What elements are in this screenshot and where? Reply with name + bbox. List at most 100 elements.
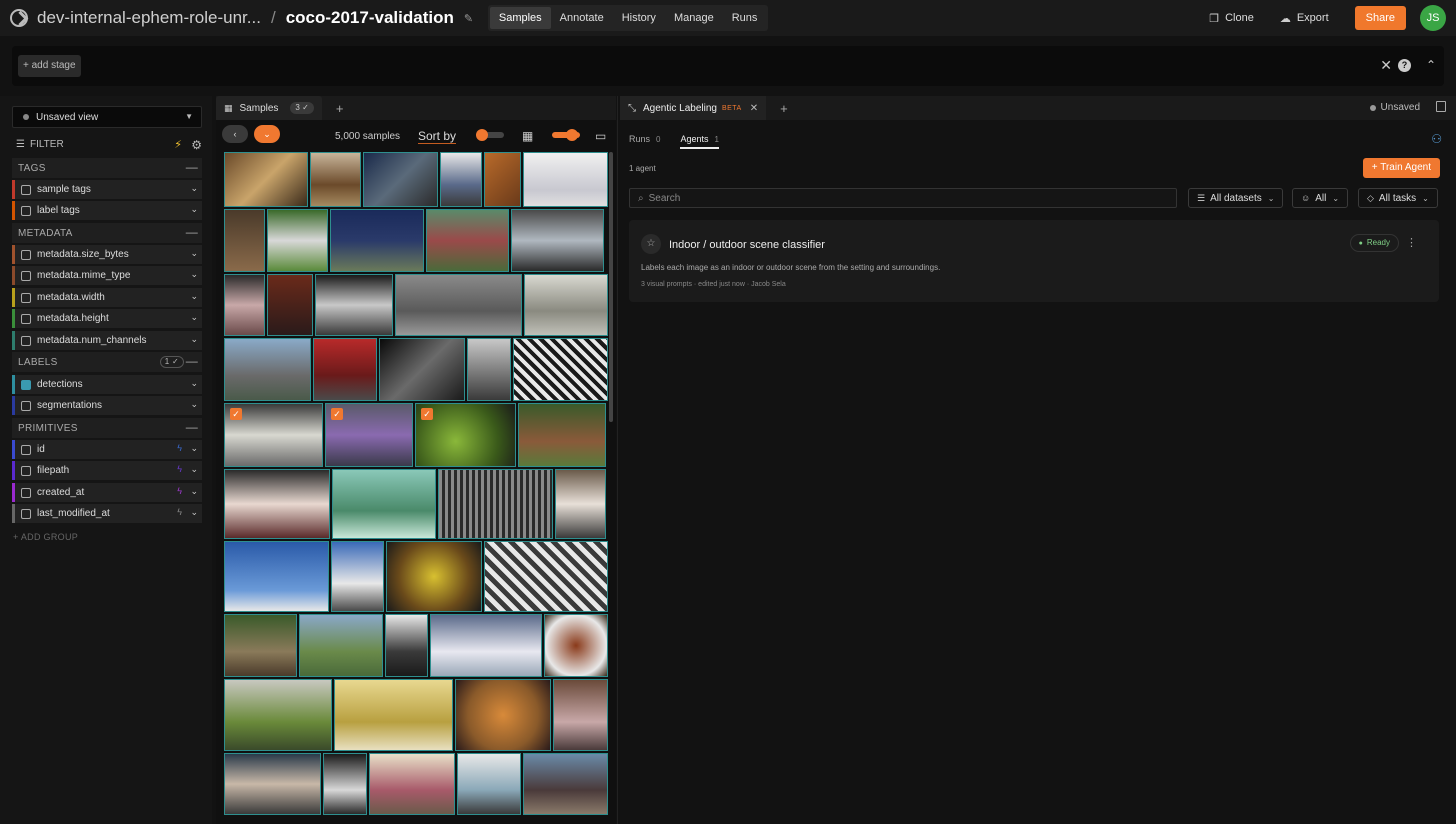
chevron-down-icon[interactable]: ⌄ bbox=[190, 312, 198, 323]
sort-by-button[interactable]: Sort by bbox=[418, 129, 457, 144]
field-row-detections[interactable]: detections ⌄ bbox=[12, 375, 202, 394]
selected-checkmark-icon[interactable]: ✓ bbox=[421, 408, 433, 420]
chevron-down-icon[interactable]: ⌄ bbox=[190, 183, 198, 194]
field-row-filepath[interactable]: filepath ϟ ⌄ bbox=[12, 461, 202, 480]
field-checkbox[interactable] bbox=[21, 270, 31, 281]
grid-density-icon[interactable]: ▦ bbox=[522, 129, 533, 143]
clone-button[interactable]: ❐ Clone bbox=[1209, 12, 1254, 25]
collapse-icon[interactable]: — bbox=[186, 160, 198, 174]
field-row-sample-tags[interactable]: sample tags ⌄ bbox=[12, 180, 202, 199]
chevron-down-icon[interactable]: ⌄ bbox=[190, 291, 198, 302]
field-checkbox[interactable] bbox=[21, 184, 31, 195]
tasks-filter-dropdown[interactable]: ◇ All tasks ⌄ bbox=[1358, 188, 1438, 208]
sample-thumbnail[interactable] bbox=[224, 152, 308, 207]
sample-thumbnail[interactable] bbox=[369, 753, 455, 815]
field-row-segmentations[interactable]: segmentations ⌄ bbox=[12, 396, 202, 415]
sample-thumbnail[interactable] bbox=[224, 469, 330, 539]
sample-thumbnail[interactable] bbox=[518, 403, 606, 467]
sample-thumbnail[interactable] bbox=[439, 152, 482, 207]
sample-thumbnail[interactable] bbox=[553, 679, 608, 751]
chevron-down-icon[interactable]: ⌄ bbox=[190, 204, 198, 215]
gear-icon[interactable]: ⚙ bbox=[191, 138, 202, 152]
split-panel-icon[interactable] bbox=[1436, 101, 1446, 112]
group-header-labels[interactable]: LABELS 1 ✓ — bbox=[12, 352, 202, 372]
share-button[interactable]: Share bbox=[1354, 6, 1406, 30]
field-checkbox[interactable] bbox=[21, 508, 31, 519]
field-checkbox[interactable] bbox=[21, 465, 31, 476]
sample-thumbnail[interactable]: ✓ bbox=[325, 403, 413, 467]
panel-divider[interactable] bbox=[617, 96, 618, 824]
sort-toggle[interactable] bbox=[476, 129, 504, 141]
sample-thumbnail[interactable]: ✓ bbox=[224, 403, 323, 467]
thumbnail-size-slider[interactable] bbox=[552, 129, 580, 141]
sample-thumbnail[interactable] bbox=[298, 614, 384, 677]
network-icon[interactable]: ⚇ bbox=[1431, 132, 1442, 146]
subtab-agents[interactable]: Agents 1 bbox=[680, 134, 719, 149]
add-panel-icon[interactable]: + bbox=[780, 101, 788, 116]
sample-thumbnail[interactable] bbox=[426, 209, 509, 272]
app-logo-icon[interactable] bbox=[10, 9, 28, 27]
sample-thumbnail[interactable] bbox=[429, 614, 543, 677]
sample-thumbnail[interactable] bbox=[386, 541, 482, 612]
chevron-up-icon[interactable]: ⌃ bbox=[1426, 58, 1436, 72]
sample-thumbnail[interactable] bbox=[524, 274, 608, 336]
sample-thumbnail[interactable] bbox=[267, 209, 328, 272]
sample-thumbnail[interactable] bbox=[513, 338, 608, 401]
agent-card[interactable]: ☆ Indoor / outdoor scene classifier Read… bbox=[629, 220, 1439, 302]
clear-stages-icon[interactable]: ✕ bbox=[1380, 57, 1392, 74]
sample-thumbnail[interactable] bbox=[224, 209, 265, 272]
collapse-icon[interactable]: — bbox=[186, 225, 198, 239]
sample-thumbnail[interactable] bbox=[331, 541, 384, 612]
sample-thumbnail[interactable] bbox=[523, 753, 608, 815]
add-stage-button[interactable]: + add stage bbox=[18, 55, 81, 77]
collapse-icon[interactable]: — bbox=[186, 420, 198, 434]
field-checkbox[interactable] bbox=[21, 335, 31, 346]
field-checkbox[interactable] bbox=[21, 487, 31, 498]
chevron-down-icon[interactable]: ⌄ bbox=[190, 507, 198, 518]
selected-checkmark-icon[interactable]: ✓ bbox=[230, 408, 242, 420]
field-row-num-channels[interactable]: metadata.num_channels ⌄ bbox=[12, 331, 202, 350]
sample-thumbnail[interactable] bbox=[523, 152, 608, 207]
tab-agentic-labeling[interactable]: ⤡ Agentic Labeling BETA ✕ bbox=[620, 96, 767, 120]
sample-thumbnail[interactable] bbox=[555, 469, 606, 539]
sample-thumbnail[interactable] bbox=[334, 679, 453, 751]
field-row-mime-type[interactable]: metadata.mime_type ⌄ bbox=[12, 266, 202, 285]
sample-thumbnail[interactable] bbox=[467, 338, 511, 401]
field-row-height[interactable]: metadata.height ⌄ bbox=[12, 309, 202, 328]
tab-samples[interactable]: ▦ Samples 3 ✓ bbox=[216, 96, 322, 120]
sample-thumbnail[interactable] bbox=[457, 753, 521, 815]
field-row-label-tags[interactable]: label tags ⌄ bbox=[12, 201, 202, 220]
sample-thumbnail[interactable] bbox=[224, 679, 332, 751]
chevron-down-icon[interactable]: ⌄ bbox=[190, 399, 198, 410]
previous-page-button[interactable]: ‹ bbox=[222, 125, 248, 143]
group-header-primitives[interactable]: PRIMITIVES — bbox=[12, 418, 202, 438]
sample-thumbnail[interactable] bbox=[267, 274, 313, 336]
sample-thumbnail[interactable] bbox=[379, 338, 465, 401]
field-row-last-modified-at[interactable]: last_modified_at ϟ ⌄ bbox=[12, 504, 202, 523]
nav-tab-runs[interactable]: Runs bbox=[723, 7, 767, 29]
chevron-down-icon[interactable]: ⌄ bbox=[190, 486, 198, 497]
user-avatar[interactable]: JS bbox=[1420, 5, 1446, 31]
agent-search-input[interactable]: ⌕ Search bbox=[629, 188, 1177, 208]
datasets-filter-dropdown[interactable]: ☰ All datasets ⌄ bbox=[1188, 188, 1284, 208]
group-header-tags[interactable]: TAGS — bbox=[12, 158, 202, 178]
sample-thumbnail[interactable] bbox=[224, 274, 265, 336]
sample-thumbnail[interactable] bbox=[224, 753, 321, 815]
star-icon[interactable]: ☆ bbox=[641, 234, 661, 254]
more-options-icon[interactable]: ⋮ bbox=[1406, 236, 1417, 249]
sample-thumbnail[interactable] bbox=[484, 541, 608, 612]
field-row-width[interactable]: metadata.width ⌄ bbox=[12, 288, 202, 307]
field-checkbox[interactable] bbox=[21, 249, 31, 260]
close-tab-icon[interactable]: ✕ bbox=[750, 103, 758, 114]
chevron-down-icon[interactable]: ⌄ bbox=[190, 248, 198, 259]
sample-thumbnail[interactable] bbox=[511, 209, 604, 272]
nav-tab-manage[interactable]: Manage bbox=[665, 7, 723, 29]
sample-thumbnail[interactable] bbox=[395, 274, 522, 336]
field-checkbox[interactable] bbox=[21, 205, 31, 216]
field-checkbox[interactable] bbox=[21, 313, 31, 324]
help-icon[interactable]: ? bbox=[1398, 59, 1411, 72]
pin-icon[interactable]: ✎ bbox=[464, 12, 474, 25]
sample-thumbnail[interactable]: ✓ bbox=[415, 403, 516, 467]
sample-thumbnail[interactable] bbox=[438, 469, 553, 539]
field-row-size-bytes[interactable]: metadata.size_bytes ⌄ bbox=[12, 245, 202, 264]
